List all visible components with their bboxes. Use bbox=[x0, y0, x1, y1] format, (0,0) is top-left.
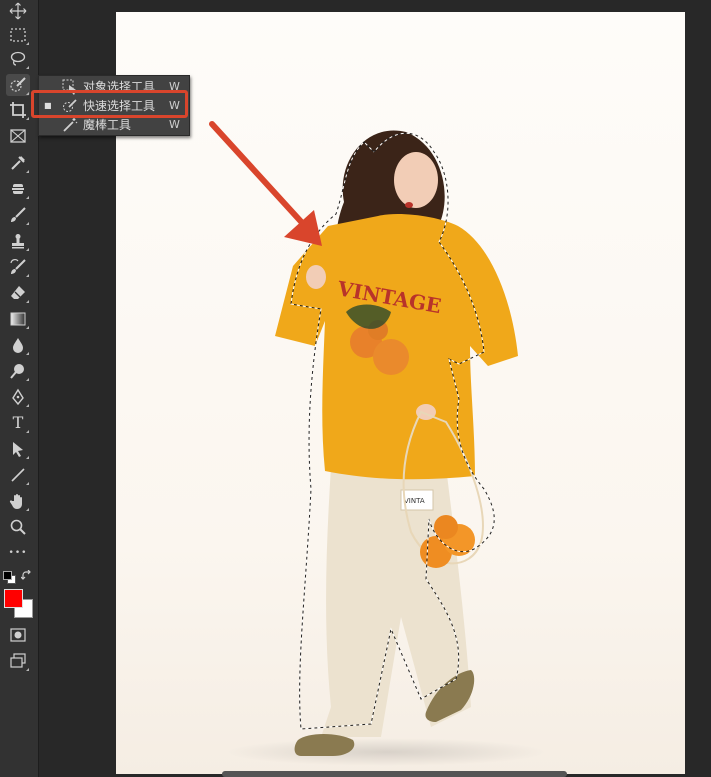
pocket-tag-text: VINTA bbox=[404, 497, 425, 505]
quick-mask-button[interactable] bbox=[6, 624, 30, 646]
magic-wand-icon bbox=[63, 117, 78, 132]
foreground-color-swatch[interactable] bbox=[4, 589, 23, 608]
more-tools-icon: ••• bbox=[8, 548, 28, 558]
eraser-icon bbox=[11, 286, 25, 299]
dodge-tool[interactable] bbox=[6, 360, 30, 382]
move-tool[interactable] bbox=[6, 0, 30, 22]
type-icon: T bbox=[12, 413, 24, 432]
path-selection-tool[interactable] bbox=[6, 438, 30, 460]
quick-selection-tool[interactable] bbox=[6, 74, 30, 96]
brush-tool[interactable] bbox=[6, 204, 30, 226]
pen-tool[interactable] bbox=[6, 386, 30, 408]
history-brush-icon bbox=[10, 259, 26, 274]
crop-tool[interactable] bbox=[6, 99, 30, 121]
eraser-tool[interactable] bbox=[6, 282, 30, 304]
default-colors-icon-fg[interactable] bbox=[3, 571, 12, 580]
marquee-tool[interactable] bbox=[6, 24, 30, 46]
type-tool[interactable]: T bbox=[6, 412, 30, 434]
history-brush-tool[interactable] bbox=[6, 256, 30, 278]
healing-brush-tool[interactable] bbox=[6, 178, 30, 200]
shortcut-label: W bbox=[169, 118, 180, 131]
annotation-arrow bbox=[209, 121, 319, 241]
frame-tool[interactable] bbox=[6, 125, 30, 147]
line-tool[interactable] bbox=[6, 464, 30, 486]
zoom-icon bbox=[10, 519, 26, 535]
swap-colors-icon[interactable] bbox=[21, 570, 33, 582]
highlight-annotation-box bbox=[31, 90, 188, 118]
marquee-icon bbox=[10, 28, 26, 42]
blur-icon bbox=[13, 338, 23, 353]
eyedropper-tool[interactable] bbox=[6, 152, 30, 174]
quick-selection-icon bbox=[10, 77, 26, 92]
blur-tool[interactable] bbox=[6, 334, 30, 356]
annotation-arrow-head bbox=[284, 210, 322, 246]
move-icon bbox=[9, 2, 27, 20]
healing-brush-icon bbox=[11, 184, 25, 194]
gradient-icon bbox=[10, 312, 26, 326]
brush-icon bbox=[11, 207, 26, 222]
clone-stamp-tool[interactable] bbox=[6, 230, 30, 252]
gradient-tool[interactable] bbox=[6, 308, 30, 330]
dodge-icon bbox=[10, 364, 24, 379]
clone-stamp-icon bbox=[12, 234, 24, 249]
lasso-tool[interactable] bbox=[6, 48, 30, 70]
document-canvas[interactable]: VINTA VINTAGE bbox=[116, 12, 685, 774]
zoom-tool[interactable] bbox=[6, 516, 30, 538]
hand-tool[interactable] bbox=[6, 490, 30, 512]
lasso-icon bbox=[10, 51, 26, 66]
more-tools-button[interactable]: ••• bbox=[6, 542, 30, 564]
path-selection-icon bbox=[13, 442, 23, 457]
hand-icon bbox=[9, 494, 22, 509]
eyedropper-icon bbox=[11, 156, 25, 170]
screen-mode-button[interactable] bbox=[6, 650, 30, 672]
quick-mask-icon bbox=[10, 628, 26, 642]
screen-mode-icon bbox=[10, 653, 26, 668]
line-icon bbox=[11, 468, 25, 482]
frame-icon bbox=[10, 129, 26, 143]
pen-icon bbox=[12, 388, 24, 406]
menu-item-label: 魔棒工具 bbox=[83, 118, 132, 132]
horizontal-scrollbar[interactable] bbox=[222, 771, 567, 777]
photo-image: VINTA VINTAGE bbox=[209, 121, 546, 766]
crop-icon bbox=[10, 102, 26, 118]
